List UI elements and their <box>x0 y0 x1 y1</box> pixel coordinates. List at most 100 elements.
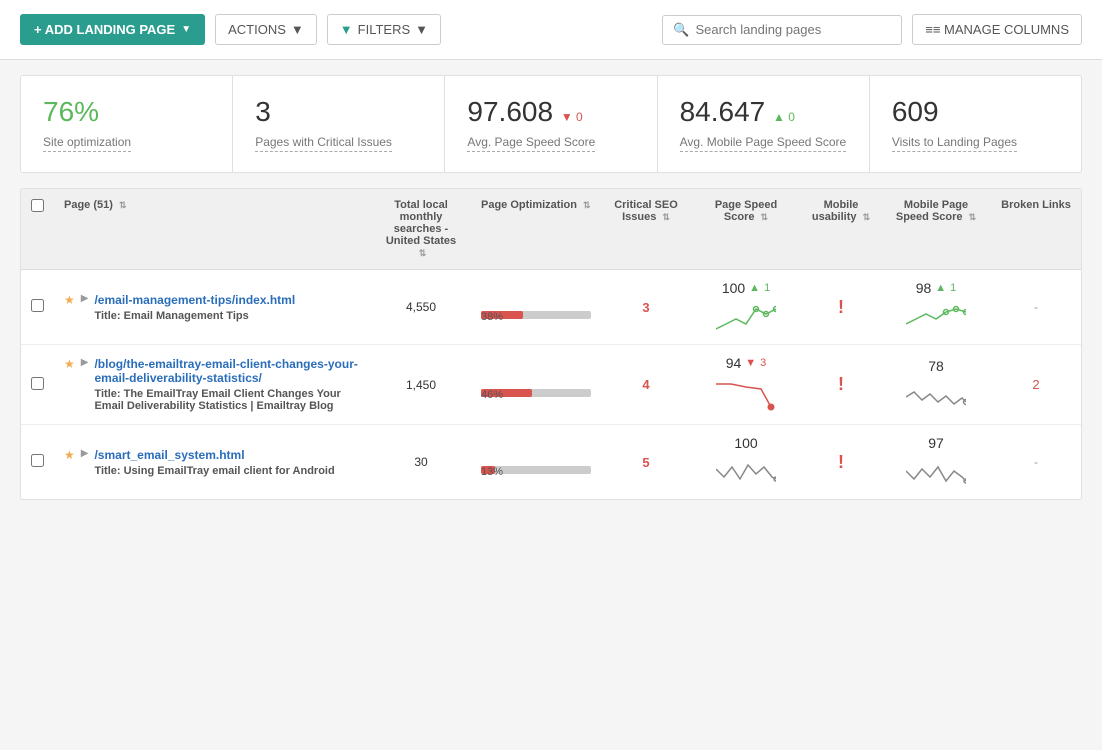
row2-crit-value: 4 <box>642 377 649 392</box>
row2-speed-sparkline <box>716 379 776 414</box>
header-broken-links: Broken Links <box>991 189 1081 270</box>
header-searches[interactable]: Total local monthly searches - United St… <box>371 189 471 270</box>
row3-excl-icon: ! <box>838 452 844 472</box>
row2-searches: 1,450 <box>371 345 471 425</box>
table-row: ★ ▶ /email-management-tips/index.html Ti… <box>21 270 1081 345</box>
row1-broken-value: - <box>1034 300 1038 314</box>
stats-row: 76% Site optimization 3 Pages with Criti… <box>20 75 1082 173</box>
stat-label-speed: Avg. Page Speed Score <box>467 135 595 152</box>
stat-value-speed: 97.608 ▼ 0 <box>467 96 634 128</box>
row1-expand-icon[interactable]: ▶ <box>81 293 89 304</box>
row2-mob-speed-score: 78 <box>928 358 944 374</box>
row1-checkbox[interactable] <box>31 299 44 312</box>
row3-star-icon[interactable]: ★ <box>64 448 75 462</box>
row3-mob-speed: 97 <box>881 425 991 500</box>
row3-crit: 5 <box>601 425 691 500</box>
row3-broken: - <box>991 425 1081 500</box>
stat-critical-issues: 3 Pages with Critical Issues <box>233 76 445 172</box>
add-landing-page-button[interactable]: + ADD LANDING PAGE ▼ <box>20 14 205 45</box>
row2-title: Title: The EmailTray Email Client Change… <box>94 388 361 412</box>
row2-optim-label: 46% <box>481 389 503 401</box>
row3-mobile-usability: ! <box>801 425 881 500</box>
stat-site-optimization: 76% Site optimization <box>21 76 233 172</box>
stat-visits: 609 Visits to Landing Pages <box>870 76 1081 172</box>
filters-label: FILTERS <box>358 22 411 37</box>
row1-searches: 4,550 <box>371 270 471 345</box>
search-box: 🔍 <box>662 15 902 45</box>
row3-broken-value: - <box>1034 455 1038 469</box>
row2-star-icon[interactable]: ★ <box>64 357 75 371</box>
row1-speed-arrow: ▲ <box>749 282 760 294</box>
row3-speed-sparkline <box>716 459 776 489</box>
row3-expand-icon[interactable]: ▶ <box>81 448 89 459</box>
row1-speed: 100 ▲ 1 <box>691 270 801 345</box>
row1-title: Title: Email Management Tips <box>94 310 295 322</box>
row3-checkbox[interactable] <box>31 454 44 467</box>
add-button-label: + ADD LANDING PAGE <box>34 22 175 37</box>
sort-icon-mob: ⇅ <box>863 212 871 222</box>
row1-speed-sparkline <box>716 304 776 334</box>
row2-broken: 2 <box>991 345 1081 425</box>
row1-mob-speed-score: 98 <box>916 280 932 296</box>
row3-speed-score: 100 <box>734 435 757 451</box>
row3-optim-label: 13% <box>481 466 503 478</box>
sort-icon-optim: ⇅ <box>583 200 591 210</box>
header-page[interactable]: Page (51) ⇅ <box>54 189 371 270</box>
row2-expand-icon[interactable]: ▶ <box>81 357 89 368</box>
row2-speed-score: 94 <box>726 355 742 371</box>
row1-speed-delta: 1 <box>764 282 770 294</box>
row3-url[interactable]: /smart_email_system.html <box>94 448 334 462</box>
row1-speed-score: 100 <box>722 280 745 296</box>
row1-mob-sparkline <box>906 304 966 334</box>
row2-checkbox-cell <box>21 345 54 425</box>
select-all-checkbox[interactable] <box>31 199 44 212</box>
row1-url[interactable]: /email-management-tips/index.html <box>94 293 295 307</box>
stat-mobile-speed: 84.647 ▲ 0 Avg. Mobile Page Speed Score <box>658 76 870 172</box>
header-mobile-usability[interactable]: Mobile usability ⇅ <box>801 189 881 270</box>
manage-columns-label: ≡≡ MANAGE COLUMNS <box>925 22 1069 37</box>
header-speed[interactable]: Page Speed Score ⇅ <box>691 189 801 270</box>
stat-label-critical: Pages with Critical Issues <box>255 135 392 152</box>
row2-mob-sparkline <box>906 382 966 412</box>
row1-checkbox-cell <box>21 270 54 345</box>
row1-mob-speed-arrow: ▲ <box>935 282 946 294</box>
stat-page-speed: 97.608 ▼ 0 Avg. Page Speed Score <box>445 76 657 172</box>
row2-excl-icon: ! <box>838 374 844 394</box>
filters-caret: ▼ <box>415 22 428 37</box>
stat-value-critical: 3 <box>255 96 422 128</box>
row1-excl-icon: ! <box>838 297 844 317</box>
sort-icon-mobspeed: ⇅ <box>969 212 977 222</box>
header-critical[interactable]: Critical SEO Issues ⇅ <box>601 189 691 270</box>
actions-button[interactable]: ACTIONS ▼ <box>215 14 317 45</box>
row2-speed-delta: 3 <box>760 357 766 369</box>
row1-mob-speed: 98 ▲ 1 <box>881 270 991 345</box>
manage-columns-button[interactable]: ≡≡ MANAGE COLUMNS <box>912 14 1082 45</box>
row3-speed: 100 <box>691 425 801 500</box>
filter-icon: ▼ <box>340 22 353 37</box>
sort-icon-crit: ⇅ <box>662 212 670 222</box>
sort-icon-searches: ⇅ <box>419 248 427 258</box>
row2-page-cell: ★ ▶ /blog/the-emailtray-email-client-cha… <box>54 345 371 425</box>
row2-url[interactable]: /blog/the-emailtray-email-client-changes… <box>94 357 361 385</box>
row2-mobile-usability: ! <box>801 345 881 425</box>
row3-optim: 13% <box>471 425 601 500</box>
row3-mob-sparkline <box>906 459 966 489</box>
filters-button[interactable]: ▼ FILTERS ▼ <box>327 14 441 45</box>
row3-searches: 30 <box>371 425 471 500</box>
table-header-row: Page (51) ⇅ Total local monthly searches… <box>21 189 1081 270</box>
actions-caret: ▼ <box>291 22 304 37</box>
row1-star-icon[interactable]: ★ <box>64 293 75 307</box>
add-button-caret: ▼ <box>181 24 191 35</box>
table-row: ★ ▶ /smart_email_system.html Title: Usin… <box>21 425 1081 500</box>
header-mobile-speed[interactable]: Mobile Page Speed Score ⇅ <box>881 189 991 270</box>
top-bar: + ADD LANDING PAGE ▼ ACTIONS ▼ ▼ FILTERS… <box>0 0 1102 60</box>
row1-crit-value: 3 <box>642 300 649 315</box>
row2-speed: 94 ▼ 3 <box>691 345 801 425</box>
row2-checkbox[interactable] <box>31 377 44 390</box>
select-all-header <box>21 189 54 270</box>
stat-label-visits: Visits to Landing Pages <box>892 135 1017 152</box>
header-optimization[interactable]: Page Optimization ⇅ <box>471 189 601 270</box>
search-input[interactable] <box>695 22 891 37</box>
row3-mob-speed-score: 97 <box>928 435 944 451</box>
row2-crit: 4 <box>601 345 691 425</box>
